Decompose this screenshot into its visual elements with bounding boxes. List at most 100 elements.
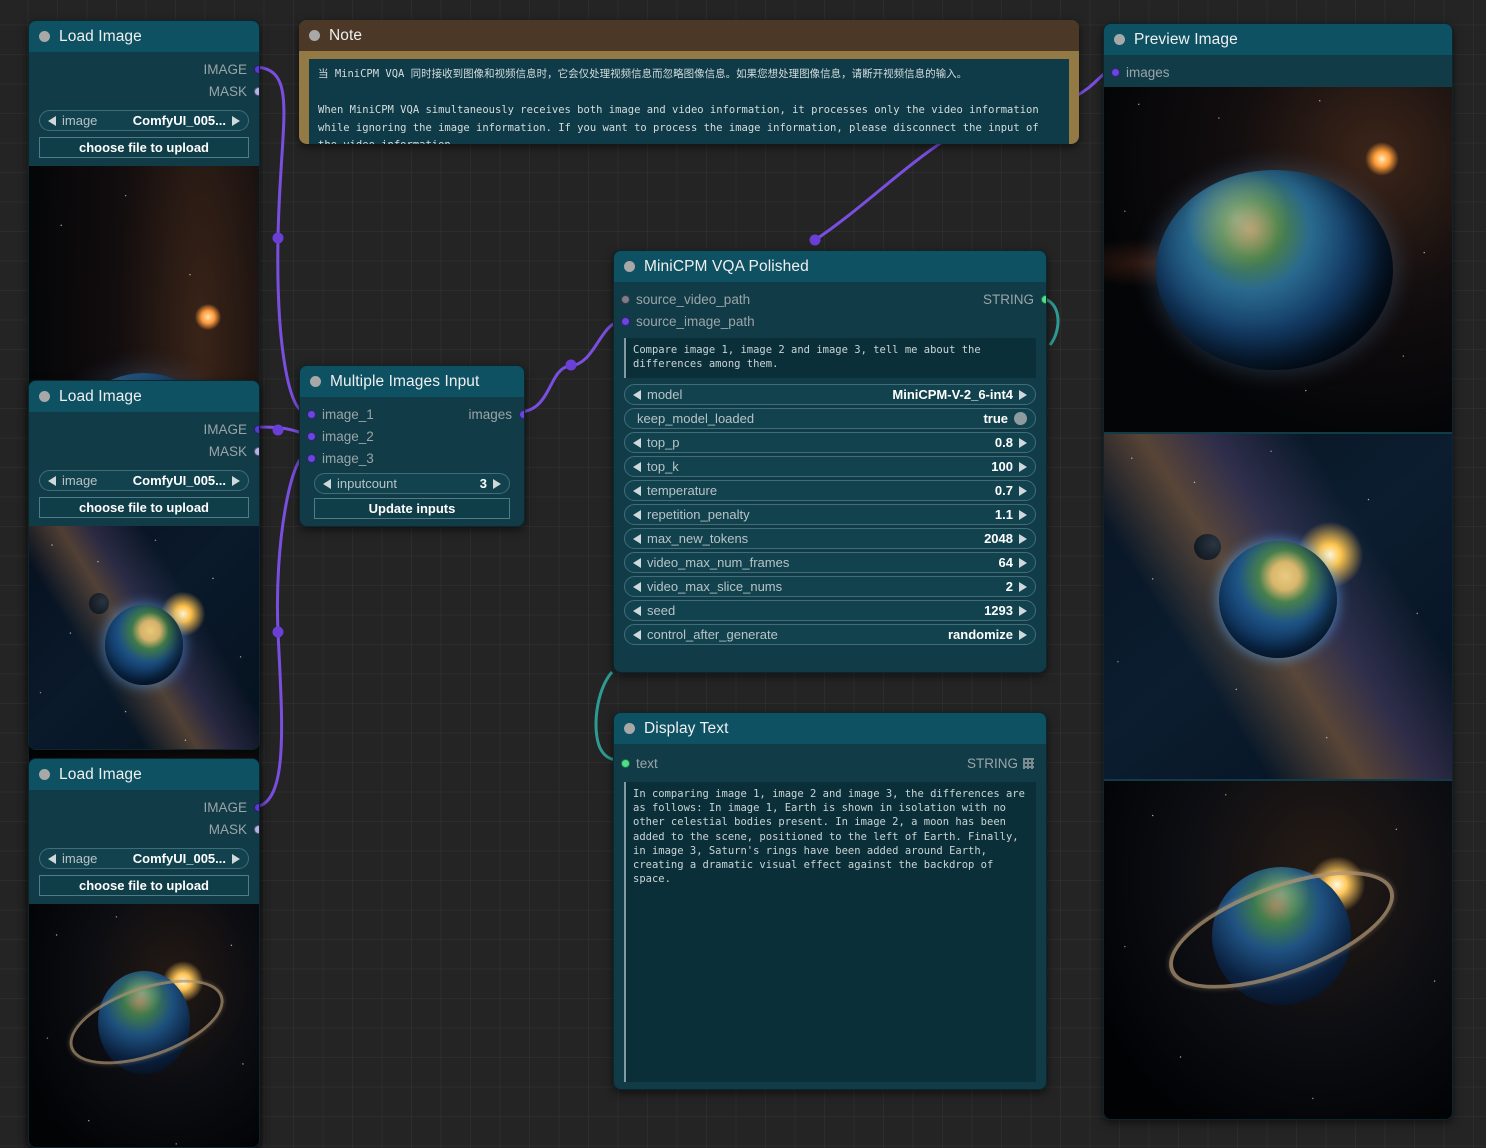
node-multiple-images-input[interactable]: Multiple Images Input image_1 images ima… — [299, 365, 525, 527]
collapse-dot-icon[interactable] — [39, 391, 50, 402]
widget-temperature[interactable]: temperature 0.7 — [624, 480, 1036, 501]
node-load-image-2[interactable]: Load Image IMAGE MASK image ComfyUI_005.… — [28, 380, 260, 750]
prev-arrow-icon[interactable] — [633, 509, 641, 520]
node-load-image-3[interactable]: Load Image IMAGE MASK image ComfyUI_005.… — [28, 758, 260, 1148]
output-slot-mask[interactable] — [254, 447, 259, 456]
widget-model[interactable]: model MiniCPM-V-2_6-int4 — [624, 384, 1036, 405]
space-scene-earth-alone — [1104, 87, 1452, 432]
preview-thumb-1[interactable] — [1104, 87, 1452, 432]
widget-top-k[interactable]: top_k 100 — [624, 456, 1036, 477]
image-combo-widget[interactable]: image ComfyUI_005... — [39, 110, 249, 131]
choose-file-button[interactable]: choose file to upload — [39, 497, 249, 518]
prev-arrow-icon[interactable] — [633, 581, 641, 592]
choose-file-button[interactable]: choose file to upload — [39, 875, 249, 896]
next-arrow-icon[interactable] — [232, 853, 240, 864]
output-slot-image[interactable] — [254, 65, 259, 74]
output-slot-images[interactable] — [519, 410, 524, 419]
update-inputs-button[interactable]: Update inputs — [314, 498, 510, 519]
collapse-dot-icon[interactable] — [309, 30, 320, 41]
node-preview-image[interactable]: Preview Image images — [1103, 23, 1453, 1120]
widget-video-max-slice-nums[interactable]: video_max_slice_nums 2 — [624, 576, 1036, 597]
inputcount-widget[interactable]: inputcount 3 — [314, 473, 510, 494]
prev-arrow-icon[interactable] — [633, 461, 641, 472]
next-arrow-icon[interactable] — [1019, 581, 1027, 592]
prev-arrow-icon[interactable] — [633, 557, 641, 568]
next-arrow-icon[interactable] — [1019, 389, 1027, 400]
next-arrow-icon[interactable] — [1019, 437, 1027, 448]
next-arrow-icon[interactable] — [1019, 629, 1027, 640]
output-slot-mask[interactable] — [254, 87, 259, 96]
node-minicpm-vqa-polished[interactable]: MiniCPM VQA Polished source_video_path S… — [613, 250, 1047, 673]
widget-control-after-generate[interactable]: control_after_generate randomize — [624, 624, 1036, 645]
collapse-dot-icon[interactable] — [624, 723, 635, 734]
collapse-dot-icon[interactable] — [1114, 34, 1125, 45]
prev-arrow-icon[interactable] — [633, 437, 641, 448]
widget-label: seed — [647, 603, 676, 618]
output-row-image: IMAGE — [29, 58, 259, 80]
widget-repetition-penalty[interactable]: repetition_penalty 1.1 — [624, 504, 1036, 525]
node-header[interactable]: Multiple Images Input — [300, 366, 524, 397]
next-arrow-icon[interactable] — [1019, 509, 1027, 520]
output-slot-string[interactable] — [1041, 295, 1046, 304]
output-slot-mask[interactable] — [254, 825, 259, 834]
input-slot-source-image-path[interactable] — [621, 317, 630, 326]
node-header[interactable]: MiniCPM VQA Polished — [614, 251, 1046, 282]
widget-label: video_max_slice_nums — [647, 579, 783, 594]
collapse-dot-icon[interactable] — [39, 31, 50, 42]
input-slot-images[interactable] — [1111, 68, 1120, 77]
next-arrow-icon[interactable] — [232, 115, 240, 126]
image-combo-widget[interactable]: image ComfyUI_005... — [39, 848, 249, 869]
prev-arrow-icon[interactable] — [633, 485, 641, 496]
prompt-textarea[interactable]: Compare image 1, image 2 and image 3, te… — [624, 338, 1036, 378]
prev-arrow-icon[interactable] — [323, 478, 331, 489]
next-arrow-icon[interactable] — [1019, 461, 1027, 472]
prev-arrow-icon[interactable] — [48, 475, 56, 486]
prev-arrow-icon[interactable] — [633, 533, 641, 544]
input-row-text: text STRING — [614, 752, 1046, 774]
widget-max-new-tokens[interactable]: max_new_tokens 2048 — [624, 528, 1036, 549]
node-note[interactable]: Note 当 MiniCPM VQA 同时接收到图像和视频信息时，它会仅处理视频… — [299, 20, 1079, 144]
prev-arrow-icon[interactable] — [633, 629, 641, 640]
output-slot-image[interactable] — [254, 425, 259, 434]
collapse-dot-icon[interactable] — [39, 769, 50, 780]
comfyui-canvas[interactable]: Load Image IMAGE MASK image ComfyUI_005.… — [0, 0, 1486, 1148]
output-slot-image[interactable] — [254, 803, 259, 812]
prev-arrow-icon[interactable] — [633, 389, 641, 400]
input-slot-image-2[interactable] — [307, 432, 316, 441]
node-header[interactable]: Load Image — [29, 381, 259, 412]
next-arrow-icon[interactable] — [1019, 605, 1027, 616]
next-arrow-icon[interactable] — [1019, 485, 1027, 496]
collapse-dot-icon[interactable] — [310, 376, 321, 387]
grid-icon[interactable] — [1023, 757, 1034, 769]
node-header[interactable]: Load Image — [29, 21, 259, 52]
next-arrow-icon[interactable] — [232, 475, 240, 486]
output-text-area[interactable]: In comparing image 1, image 2 and image … — [624, 782, 1036, 1082]
input-slot-image-1[interactable] — [307, 410, 316, 419]
input-slot-source-video-path[interactable] — [621, 295, 630, 304]
widget-keep-model-loaded[interactable]: keep_model_loaded true — [624, 408, 1036, 429]
collapse-dot-icon[interactable] — [624, 261, 635, 272]
prev-arrow-icon[interactable] — [633, 605, 641, 616]
input-slot-image-3[interactable] — [307, 454, 316, 463]
next-arrow-icon[interactable] — [1019, 533, 1027, 544]
prev-arrow-icon[interactable] — [48, 115, 56, 126]
widget-top-p[interactable]: top_p 0.8 — [624, 432, 1036, 453]
node-header[interactable]: Display Text — [614, 713, 1046, 744]
choose-file-button[interactable]: choose file to upload — [39, 137, 249, 158]
input-slot-text[interactable] — [621, 759, 630, 768]
toggle-knob-icon[interactable] — [1014, 412, 1027, 425]
node-title: Load Image — [59, 387, 142, 405]
prev-arrow-icon[interactable] — [48, 853, 56, 864]
node-display-text[interactable]: Display Text text STRING In comparing im… — [613, 712, 1047, 1090]
preview-thumb-2[interactable] — [1104, 434, 1452, 779]
next-arrow-icon[interactable] — [1019, 557, 1027, 568]
widget-seed[interactable]: seed 1293 — [624, 600, 1036, 621]
widget-video-max-num-frames[interactable]: video_max_num_frames 64 — [624, 552, 1036, 573]
preview-thumb-3[interactable] — [1104, 781, 1452, 1119]
node-header[interactable]: Preview Image — [1104, 24, 1452, 55]
node-header[interactable]: Note — [299, 20, 1079, 51]
note-textarea[interactable]: 当 MiniCPM VQA 同时接收到图像和视频信息时，它会仅处理视频信息而忽略… — [309, 59, 1069, 144]
image-combo-widget[interactable]: image ComfyUI_005... — [39, 470, 249, 491]
next-arrow-icon[interactable] — [493, 478, 501, 489]
node-header[interactable]: Load Image — [29, 759, 259, 790]
